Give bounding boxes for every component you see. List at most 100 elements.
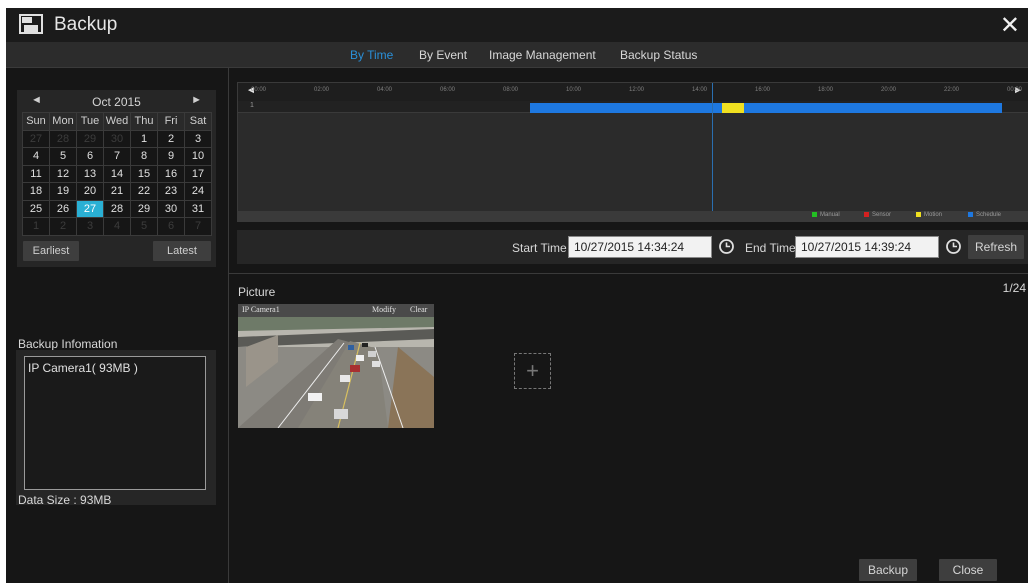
calendar-day[interactable]: 12 [49,164,77,183]
calendar-day[interactable]: 15 [130,164,158,183]
title-bar: Backup ✕ [6,8,1028,42]
calendar-day[interactable]: 4 [103,217,131,236]
earliest-button[interactable]: Earliest [23,241,79,261]
close-button[interactable]: Close [939,559,997,581]
backup-info-list[interactable]: IP Camera1( 93MB ) [24,356,206,490]
backup-info-item: IP Camera1( 93MB ) [28,361,138,375]
calendar-day[interactable]: 2 [49,217,77,236]
close-icon[interactable]: ✕ [1000,11,1020,40]
calendar-day[interactable]: 24 [184,182,212,201]
timeline[interactable]: ◄ ► 00:00 02:00 04:00 06:00 08:00 10:00 12:00 1… [237,82,1028,222]
calendar-day[interactable]: 28 [49,129,77,148]
timeline-record-schedule[interactable] [529,103,723,113]
calendar-day[interactable]: 5 [130,217,158,236]
timeline-record-schedule[interactable] [744,103,1003,113]
divider [228,68,229,583]
legend-swatch [968,212,973,217]
calendar-day[interactable]: 1 [22,217,50,236]
end-time-label: End Time [745,241,796,255]
calendar-weekday: Mon [49,112,77,131]
add-picture-icon[interactable]: + [514,353,551,389]
backup-button[interactable]: Backup [859,559,917,581]
calendar-day[interactable]: 14 [103,164,131,183]
calendar-day[interactable]: 11 [22,164,50,183]
calendar-weekday: Tue [76,112,104,131]
end-clock-icon[interactable] [945,238,962,255]
tab-bar: By Time By Event Image Management Backup… [6,42,1028,68]
tab-by-time[interactable]: By Time [350,48,393,62]
calendar-day[interactable]: 19 [49,182,77,201]
timeline-tick-label: 22:00 [944,87,960,93]
calendar-day[interactable]: 30 [103,129,131,148]
tab-backup-status[interactable]: Backup Status [620,48,697,62]
calendar-day[interactable]: 5 [49,147,77,166]
latest-button[interactable]: Latest [153,241,211,261]
start-clock-icon[interactable] [718,238,735,255]
timeline-legend: Manual Sensor Motion Schedule [238,211,1028,221]
calendar-weekday: Fri [157,112,185,131]
calendar-day[interactable]: 2 [157,129,185,148]
calendar-weekday: Sun [22,112,50,131]
clear-button[interactable]: Clear [410,305,427,314]
calendar-day[interactable]: 30 [157,199,185,218]
calendar-day[interactable]: 7 [184,217,212,236]
calendar-day[interactable]: 31 [184,199,212,218]
timeline-tick-label: 18:00 [818,87,834,93]
tab-image-management[interactable]: Image Management [489,48,596,62]
calendar-day[interactable]: 16 [157,164,185,183]
timeline-tick-label: 10:00 [566,87,582,93]
calendar-weekday: Thu [130,112,158,131]
calendar-day[interactable]: 29 [130,199,158,218]
timeline-cursor[interactable] [712,83,713,221]
calendar-day[interactable]: 18 [22,182,50,201]
timeline-tick-label: 20:00 [881,87,897,93]
calendar-day[interactable]: 4 [22,147,50,166]
timeline-tick-label: 02:00 [314,87,330,93]
calendar-day[interactable]: 6 [157,217,185,236]
picture-thumbnail[interactable]: IP Camera1 Modify Clear [238,304,434,428]
calendar-day[interactable]: 22 [130,182,158,201]
calendar-day[interactable]: 27 [22,129,50,148]
calendar-day[interactable]: 8 [130,147,158,166]
calendar-day[interactable]: 26 [49,199,77,218]
calendar-day[interactable]: 20 [76,182,104,201]
legend-swatch [916,212,921,217]
thumbnail-camera-name: IP Camera1 [242,305,280,314]
calendar-month: Oct 2015 [92,95,141,109]
start-time-input[interactable] [568,236,712,258]
timeline-tick-label: 00:00 [251,87,267,93]
end-time-input[interactable] [795,236,939,258]
calendar-day[interactable]: 25 [22,199,50,218]
calendar-day[interactable]: 23 [157,182,185,201]
calendar-day[interactable]: 3 [76,217,104,236]
next-month-icon[interactable]: ► [191,94,202,106]
window-title: Backup [54,14,118,35]
calendar-day[interactable]: 17 [184,164,212,183]
calendar-day[interactable]: 9 [157,147,185,166]
timeline-tick-label: 08:00 [503,87,519,93]
calendar-day[interactable]: 10 [184,147,212,166]
backup-window: Backup ✕ By Time By Event Image Manageme… [6,8,1028,583]
calendar-day[interactable]: 29 [76,129,104,148]
calendar-day[interactable]: 3 [184,129,212,148]
backup-info-panel: IP Camera1( 93MB ) [16,350,216,505]
legend-label: Sensor [872,212,892,219]
calendar-day[interactable]: 21 [103,182,131,201]
calendar-day[interactable]: 1 [130,129,158,148]
timeline-tick-label: 04:00 [377,87,393,93]
tab-by-event[interactable]: By Event [419,48,467,62]
calendar-day[interactable]: 7 [103,147,131,166]
timeline-tick-label: 14:00 [692,87,708,93]
time-search-bar: Start Time End Time Refresh [237,230,1028,264]
timeline-record-motion[interactable] [722,103,745,113]
calendar-day[interactable]: 28 [103,199,131,218]
data-size: Data Size : 93MB [18,493,112,507]
calendar-day[interactable]: 27 [76,199,104,218]
calendar-day[interactable]: 13 [76,164,104,183]
legend-sensor: Sensor [864,212,891,218]
calendar-grid: Sun Mon Tue Wed Thu Fri Sat 27 28 29 30 1 2 3 4 5 6 7 8 9 10… [22,112,212,236]
refresh-button[interactable]: Refresh [968,235,1024,259]
legend-swatch [812,212,817,217]
calendar-day[interactable]: 6 [76,147,104,166]
modify-button[interactable]: Modify [372,305,396,314]
